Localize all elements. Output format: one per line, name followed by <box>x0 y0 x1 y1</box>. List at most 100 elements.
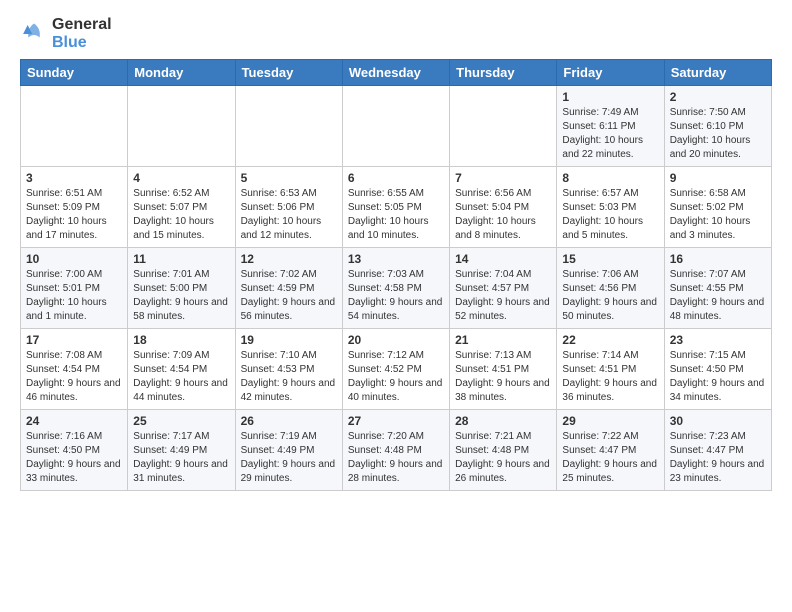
calendar-cell <box>235 86 342 167</box>
header-row: SundayMondayTuesdayWednesdayThursdayFrid… <box>21 60 772 86</box>
week-row-1: 1 Sunrise: 7:49 AM Sunset: 6:11 PM Daylig… <box>21 86 772 167</box>
calendar-cell: 4 Sunrise: 6:52 AM Sunset: 5:07 PM Daylig… <box>128 167 235 248</box>
calendar-cell: 27 Sunrise: 7:20 AM Sunset: 4:48 PM Dayli… <box>342 410 449 491</box>
day-info: Sunrise: 7:07 AM Sunset: 4:55 PM Dayligh… <box>670 268 766 324</box>
day-info: Sunrise: 7:20 AM Sunset: 4:48 PM Dayligh… <box>348 430 444 486</box>
calendar-cell <box>450 86 557 167</box>
calendar-body: 1 Sunrise: 7:49 AM Sunset: 6:11 PM Daylig… <box>21 86 772 491</box>
calendar-cell: 30 Sunrise: 7:23 AM Sunset: 4:47 PM Dayli… <box>664 410 771 491</box>
day-info: Sunrise: 7:13 AM Sunset: 4:51 PM Dayligh… <box>455 349 551 405</box>
day-number: 11 <box>133 252 229 266</box>
day-info: Sunrise: 7:09 AM Sunset: 4:54 PM Dayligh… <box>133 349 229 405</box>
day-number: 19 <box>241 333 337 347</box>
day-info: Sunrise: 7:00 AM Sunset: 5:01 PM Dayligh… <box>26 268 122 324</box>
day-info: Sunrise: 7:15 AM Sunset: 4:50 PM Dayligh… <box>670 349 766 405</box>
day-info: Sunrise: 6:57 AM Sunset: 5:03 PM Dayligh… <box>562 187 658 243</box>
day-info: Sunrise: 7:10 AM Sunset: 4:53 PM Dayligh… <box>241 349 337 405</box>
day-number: 20 <box>348 333 444 347</box>
day-info: Sunrise: 6:53 AM Sunset: 5:06 PM Dayligh… <box>241 187 337 243</box>
header-saturday: Saturday <box>664 60 771 86</box>
header-thursday: Thursday <box>450 60 557 86</box>
calendar-cell: 8 Sunrise: 6:57 AM Sunset: 5:03 PM Daylig… <box>557 167 664 248</box>
calendar-cell: 18 Sunrise: 7:09 AM Sunset: 4:54 PM Dayli… <box>128 329 235 410</box>
header-tuesday: Tuesday <box>235 60 342 86</box>
day-info: Sunrise: 7:21 AM Sunset: 4:48 PM Dayligh… <box>455 430 551 486</box>
day-number: 2 <box>670 90 766 104</box>
day-number: 29 <box>562 414 658 428</box>
week-row-2: 3Sunrise: 6:51 AM Sunset: 5:09 PM Daylig… <box>21 167 772 248</box>
calendar-cell: 26 Sunrise: 7:19 AM Sunset: 4:49 PM Dayli… <box>235 410 342 491</box>
day-info: Sunrise: 6:55 AM Sunset: 5:05 PM Dayligh… <box>348 187 444 243</box>
day-info: Sunrise: 7:04 AM Sunset: 4:57 PM Dayligh… <box>455 268 551 324</box>
calendar-cell: 29 Sunrise: 7:22 AM Sunset: 4:47 PM Dayli… <box>557 410 664 491</box>
calendar-cell: 16 Sunrise: 7:07 AM Sunset: 4:55 PM Dayli… <box>664 248 771 329</box>
logo-text: General Blue <box>52 16 112 51</box>
day-number: 23 <box>670 333 766 347</box>
day-info: Sunrise: 6:58 AM Sunset: 5:02 PM Dayligh… <box>670 187 766 243</box>
day-info: Sunrise: 7:12 AM Sunset: 4:52 PM Dayligh… <box>348 349 444 405</box>
day-number: 6 <box>348 171 444 185</box>
day-number: 5 <box>241 171 337 185</box>
calendar-cell <box>342 86 449 167</box>
calendar-cell: 28 Sunrise: 7:21 AM Sunset: 4:48 PM Dayli… <box>450 410 557 491</box>
day-number: 15 <box>562 252 658 266</box>
day-number: 22 <box>562 333 658 347</box>
calendar-cell: 13 Sunrise: 7:03 AM Sunset: 4:58 PM Dayli… <box>342 248 449 329</box>
day-info: Sunrise: 7:01 AM Sunset: 5:00 PM Dayligh… <box>133 268 229 324</box>
day-number: 18 <box>133 333 229 347</box>
day-number: 28 <box>455 414 551 428</box>
day-info: Sunrise: 7:17 AM Sunset: 4:49 PM Dayligh… <box>133 430 229 486</box>
calendar-cell: 23 Sunrise: 7:15 AM Sunset: 4:50 PM Dayli… <box>664 329 771 410</box>
day-number: 9 <box>670 171 766 185</box>
calendar-cell: 6 Sunrise: 6:55 AM Sunset: 5:05 PM Daylig… <box>342 167 449 248</box>
week-row-4: 17 Sunrise: 7:08 AM Sunset: 4:54 PM Dayli… <box>21 329 772 410</box>
calendar-cell: 10 Sunrise: 7:00 AM Sunset: 5:01 PM Dayli… <box>21 248 128 329</box>
day-number: 4 <box>133 171 229 185</box>
day-info: Sunrise: 7:02 AM Sunset: 4:59 PM Dayligh… <box>241 268 337 324</box>
day-number: 1 <box>562 90 658 104</box>
calendar-cell: 5 Sunrise: 6:53 AM Sunset: 5:06 PM Daylig… <box>235 167 342 248</box>
header-sunday: Sunday <box>21 60 128 86</box>
day-info: Sunrise: 7:49 AM Sunset: 6:11 PM Dayligh… <box>562 106 658 162</box>
header-friday: Friday <box>557 60 664 86</box>
calendar-cell: 12Sunrise: 7:02 AM Sunset: 4:59 PM Dayli… <box>235 248 342 329</box>
day-info: Sunrise: 7:03 AM Sunset: 4:58 PM Dayligh… <box>348 268 444 324</box>
day-info: Sunrise: 7:50 AM Sunset: 6:10 PM Dayligh… <box>670 106 766 162</box>
calendar-cell: 14 Sunrise: 7:04 AM Sunset: 4:57 PM Dayli… <box>450 248 557 329</box>
calendar-cell: 21 Sunrise: 7:13 AM Sunset: 4:51 PM Dayli… <box>450 329 557 410</box>
day-number: 14 <box>455 252 551 266</box>
day-info: Sunrise: 6:56 AM Sunset: 5:04 PM Dayligh… <box>455 187 551 243</box>
day-number: 21 <box>455 333 551 347</box>
day-info: Sunrise: 7:14 AM Sunset: 4:51 PM Dayligh… <box>562 349 658 405</box>
header-monday: Monday <box>128 60 235 86</box>
day-number: 10 <box>26 252 122 266</box>
day-info: Sunrise: 7:23 AM Sunset: 4:47 PM Dayligh… <box>670 430 766 486</box>
calendar-cell <box>21 86 128 167</box>
day-info: Sunrise: 7:06 AM Sunset: 4:56 PM Dayligh… <box>562 268 658 324</box>
calendar-cell: 25Sunrise: 7:17 AM Sunset: 4:49 PM Dayli… <box>128 410 235 491</box>
calendar-cell: 1 Sunrise: 7:49 AM Sunset: 6:11 PM Daylig… <box>557 86 664 167</box>
page-container: ▲ General Blue SundayMondayTuesdayWednes… <box>0 0 792 501</box>
day-number: 30 <box>670 414 766 428</box>
day-number: 27 <box>348 414 444 428</box>
header-wednesday: Wednesday <box>342 60 449 86</box>
day-number: 26 <box>241 414 337 428</box>
calendar-cell: 19 Sunrise: 7:10 AM Sunset: 4:53 PM Dayli… <box>235 329 342 410</box>
calendar-cell: 17 Sunrise: 7:08 AM Sunset: 4:54 PM Dayli… <box>21 329 128 410</box>
calendar-cell: 3Sunrise: 6:51 AM Sunset: 5:09 PM Daylig… <box>21 167 128 248</box>
day-info: Sunrise: 7:22 AM Sunset: 4:47 PM Dayligh… <box>562 430 658 486</box>
day-info: Sunrise: 6:51 AM Sunset: 5:09 PM Dayligh… <box>26 187 122 243</box>
day-number: 24 <box>26 414 122 428</box>
day-number: 17 <box>26 333 122 347</box>
day-number: 13 <box>348 252 444 266</box>
calendar-cell <box>128 86 235 167</box>
day-number: 16 <box>670 252 766 266</box>
calendar-cell: 9 Sunrise: 6:58 AM Sunset: 5:02 PM Daylig… <box>664 167 771 248</box>
logo-icon: ▲ <box>20 20 48 48</box>
week-row-5: 24Sunrise: 7:16 AM Sunset: 4:50 PM Dayli… <box>21 410 772 491</box>
day-info: Sunrise: 7:19 AM Sunset: 4:49 PM Dayligh… <box>241 430 337 486</box>
day-info: Sunrise: 7:08 AM Sunset: 4:54 PM Dayligh… <box>26 349 122 405</box>
day-number: 8 <box>562 171 658 185</box>
day-info: Sunrise: 6:52 AM Sunset: 5:07 PM Dayligh… <box>133 187 229 243</box>
calendar-cell: 15 Sunrise: 7:06 AM Sunset: 4:56 PM Dayli… <box>557 248 664 329</box>
